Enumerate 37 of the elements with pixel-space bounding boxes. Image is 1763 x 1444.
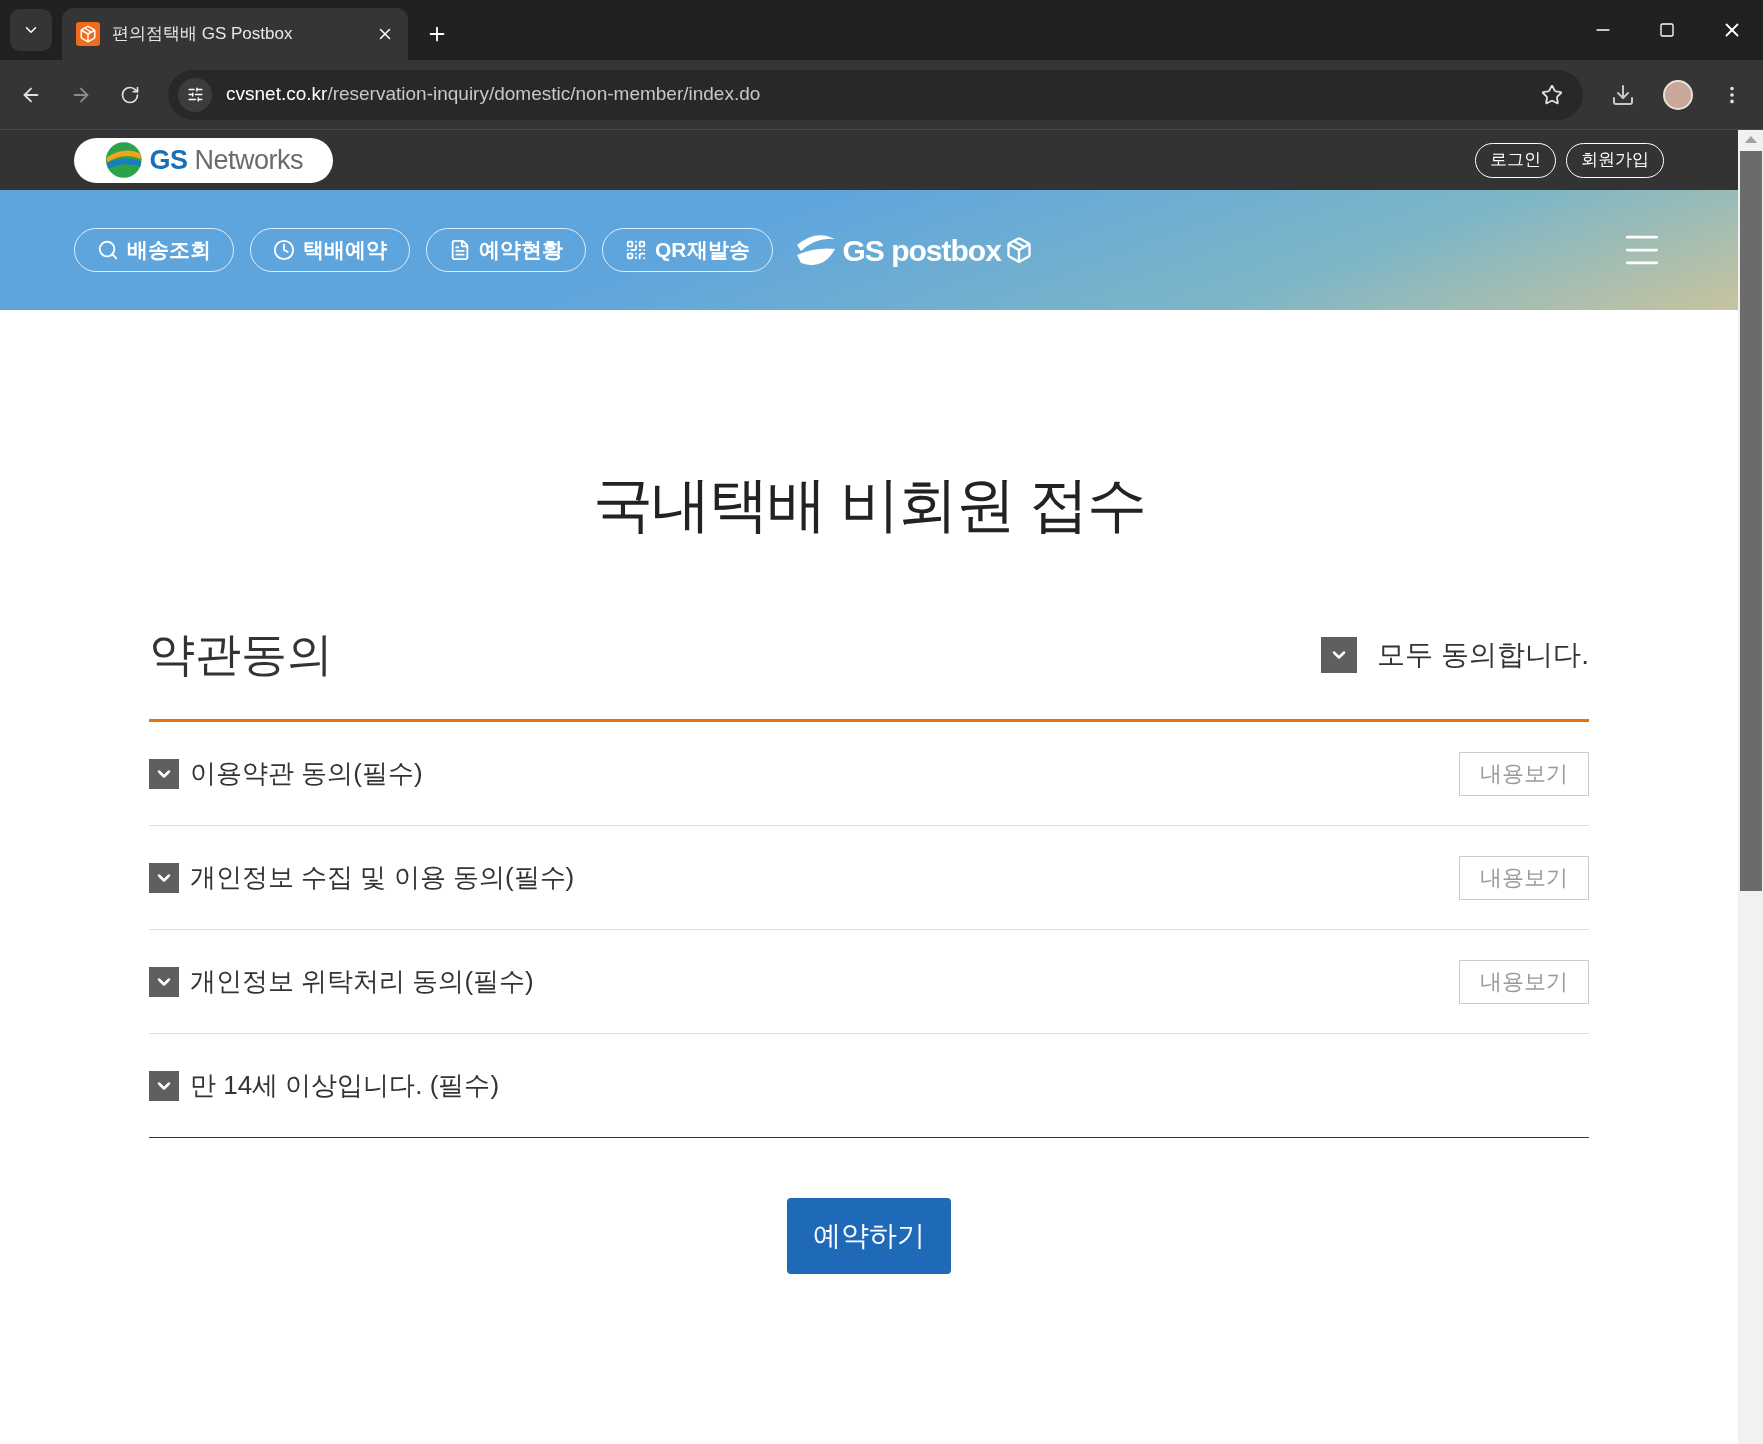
maximize-icon[interactable] (1659, 22, 1675, 38)
browser-tab[interactable]: 편의점택배 GS Postbox (62, 8, 408, 60)
checkbox[interactable] (149, 862, 179, 893)
tab-title: 편의점택배 GS Postbox (112, 23, 294, 46)
checkbox[interactable] (149, 1070, 179, 1101)
gs-networks-logo[interactable]: GS Networks (74, 137, 333, 183)
gs-postbox-logo[interactable]: GS postbox (792, 227, 1033, 273)
view-content-button[interactable]: 내용보기 (1459, 855, 1589, 900)
search-icon (97, 239, 119, 261)
view-content-button[interactable]: 내용보기 (1459, 751, 1589, 796)
reserve-button[interactable]: 예약하기 (787, 1198, 951, 1274)
download-icon[interactable] (1611, 82, 1635, 107)
logo-text: GS postbox (842, 232, 1001, 269)
box-icon (1004, 236, 1033, 264)
document-icon (449, 239, 471, 261)
term-label: 이용약관 동의(필수) (190, 757, 423, 790)
agree-all-label: 모두 동의합니다. (1377, 637, 1589, 672)
avatar[interactable] (1663, 79, 1693, 110)
checkbox[interactable] (1321, 636, 1358, 673)
clock-icon (273, 239, 295, 261)
term-label: 만 14세 이상입니다. (필수) (190, 1069, 500, 1102)
term-label: 개인정보 수집 및 이용 동의(필수) (190, 861, 575, 894)
bookmark-star-icon[interactable] (1541, 83, 1563, 106)
section-heading: 약관동의 (149, 627, 333, 682)
qr-code-icon (625, 239, 647, 261)
site-settings-icon[interactable] (178, 77, 212, 112)
box-icon (76, 22, 100, 46)
checkbox[interactable] (149, 966, 179, 997)
logo-text: GS Networks (149, 143, 303, 177)
view-content-button[interactable]: 내용보기 (1459, 959, 1589, 1004)
globe-logo-icon (104, 139, 144, 181)
address-bar[interactable]: cvsnet.co.kr/reservation-inquiry/domestic/non-member/index.do (168, 69, 1583, 120)
page-title: 국내택배 비회원 접수 (593, 470, 1145, 540)
term-label: 개인정보 위탁처리 동의(필수) (190, 965, 534, 998)
checkbox[interactable] (149, 758, 179, 789)
url-text: cvsnet.co.kr/reservation-inquiry/domestic/non-member/index.do (226, 82, 761, 107)
reload-icon[interactable] (120, 84, 140, 105)
